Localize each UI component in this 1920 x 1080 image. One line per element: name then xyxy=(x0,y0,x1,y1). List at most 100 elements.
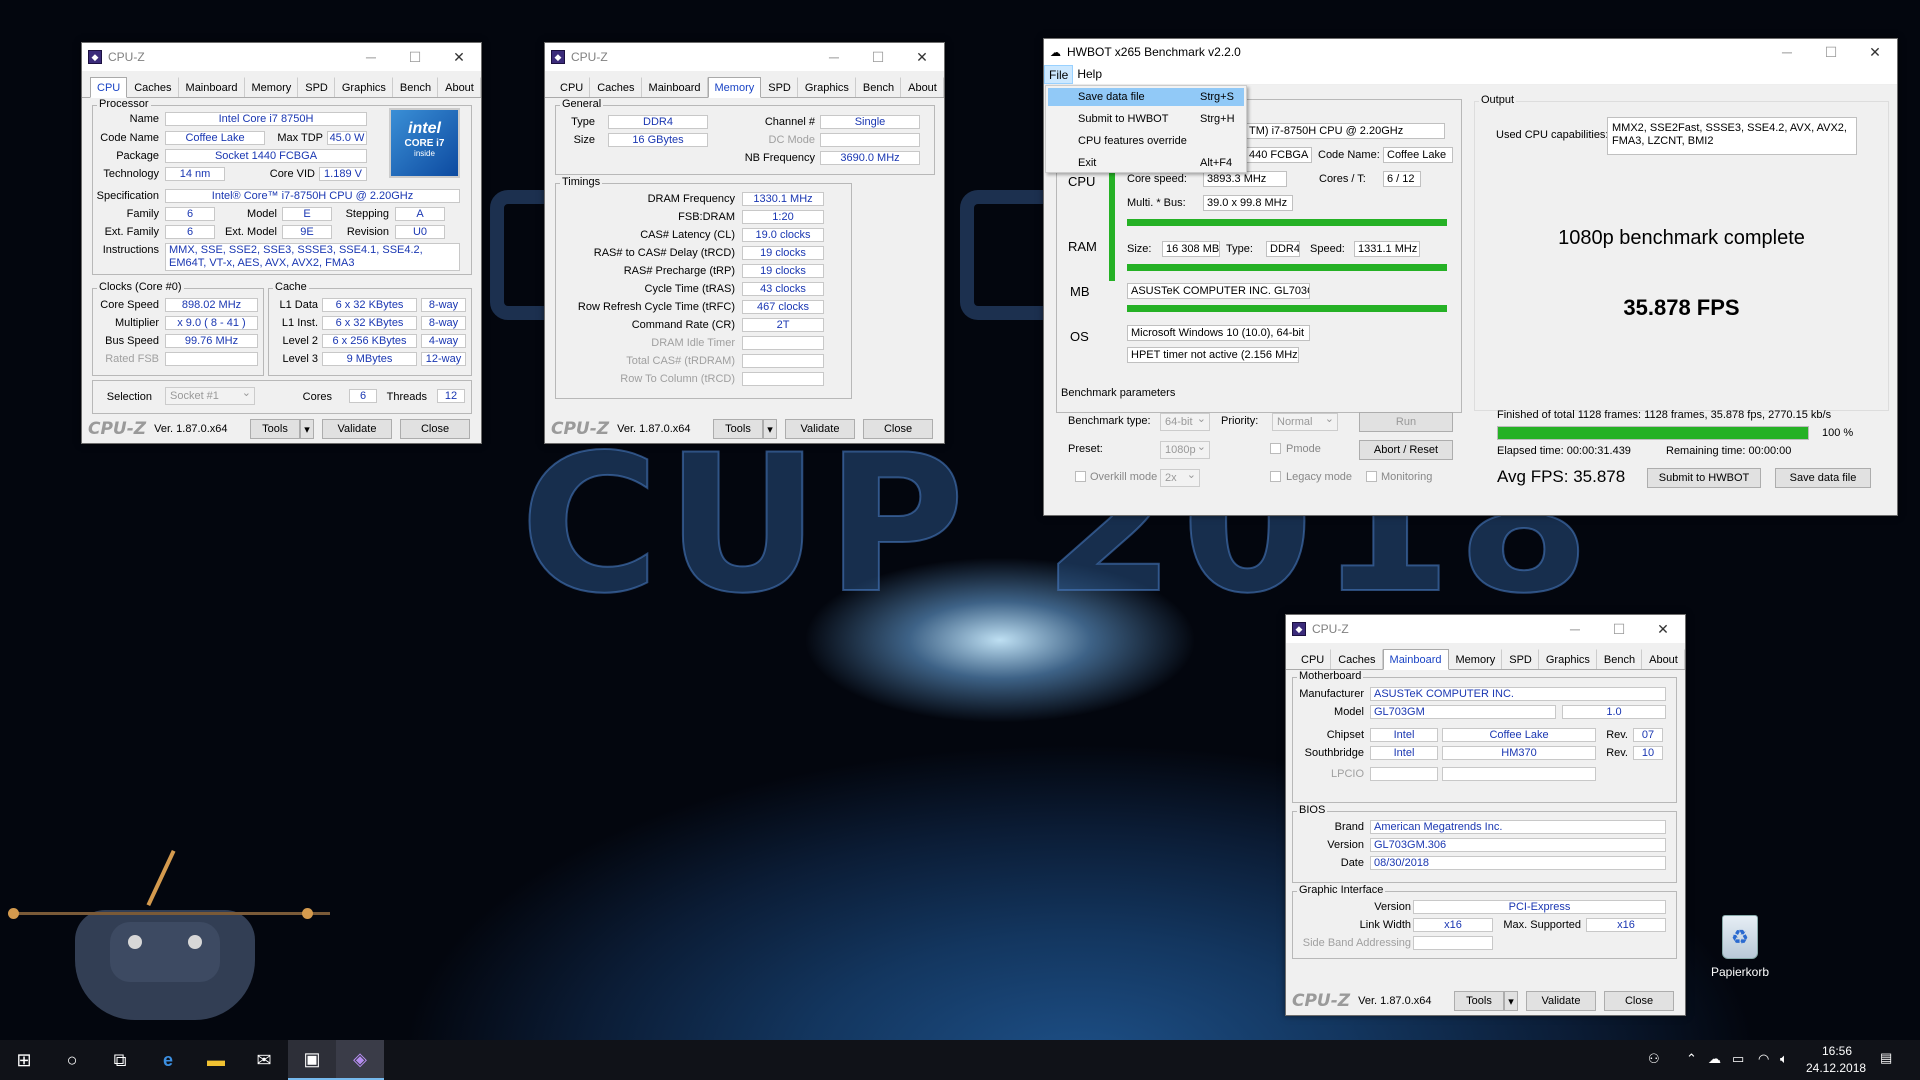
complete-text: 1080p benchmark complete xyxy=(1558,227,1805,249)
chevron-up-icon[interactable]: ⌃ xyxy=(1686,1051,1697,1067)
overkill-checkbox[interactable] xyxy=(1075,471,1086,482)
title-bar[interactable]: ☁ HWBOT x265 Benchmark v2.2.0 ─ ☐ ✕ xyxy=(1044,39,1897,65)
title-bar[interactable]: ◆ CPU-Z ─ ☐ ✕ xyxy=(82,43,481,71)
close-icon[interactable]: ✕ xyxy=(900,43,944,71)
tab-about[interactable]: About xyxy=(438,77,481,97)
timing-value: 19 clocks xyxy=(742,264,824,278)
tab-cpu[interactable]: CPU xyxy=(90,77,128,98)
tab-bench[interactable]: Bench xyxy=(1597,649,1643,669)
tab-caches[interactable]: Caches xyxy=(1331,649,1383,669)
tab-about[interactable]: About xyxy=(1642,649,1685,669)
menu-file[interactable]: File xyxy=(1044,65,1074,84)
title-bar[interactable]: ◆ CPU-Z ─ ☐ ✕ xyxy=(1286,615,1685,643)
minimize-button[interactable]: ─ xyxy=(349,43,393,71)
tab-mainboard[interactable]: Mainboard xyxy=(179,77,245,97)
close-button[interactable]: Close xyxy=(863,419,933,439)
tab-cpu[interactable]: CPU xyxy=(1294,649,1332,669)
legacy-checkbox[interactable] xyxy=(1270,471,1281,482)
taskbar-explorer[interactable]: ▬ xyxy=(192,1040,240,1080)
close-icon[interactable]: ✕ xyxy=(437,43,481,71)
menu-submit-label[interactable]: Submit to HWBOT xyxy=(1078,113,1168,125)
tab-graphics[interactable]: Graphics xyxy=(798,77,856,97)
close-button[interactable]: Close xyxy=(400,419,470,439)
title-bar[interactable]: ◆ CPU-Z ─ ☐ ✕ xyxy=(545,43,944,71)
close-icon[interactable]: ✕ xyxy=(1641,615,1685,643)
minimize-button[interactable]: ─ xyxy=(1765,38,1809,66)
tab-memory[interactable]: Memory xyxy=(245,77,299,97)
cores-label: Cores xyxy=(302,391,332,403)
recycle-bin[interactable]: ♻ Papierkorb xyxy=(1700,915,1780,979)
tab-bench[interactable]: Bench xyxy=(856,77,902,97)
tab-graphics[interactable]: Graphics xyxy=(1539,649,1597,669)
minimize-button[interactable]: ─ xyxy=(812,43,856,71)
tools-dropdown-button[interactable]: ▾ xyxy=(763,419,777,439)
menu-exit-label[interactable]: Exit xyxy=(1078,157,1096,169)
corespeed-label: Core speed: xyxy=(1127,173,1187,185)
start-button[interactable]: ⊞ xyxy=(0,1040,48,1080)
people-icon[interactable]: ⚇ xyxy=(1648,1051,1660,1067)
level2-value: 6 x 256 KBytes xyxy=(322,334,417,348)
cpu-bar xyxy=(1127,219,1447,226)
l1inst-label: L1 Inst. xyxy=(281,317,318,329)
task-view-button[interactable]: ⧉ xyxy=(96,1040,144,1080)
tab-mainboard[interactable]: Mainboard xyxy=(1382,649,1449,670)
taskbar-edge[interactable]: e xyxy=(144,1040,192,1080)
validate-button[interactable]: Validate xyxy=(1526,991,1596,1011)
tab-caches[interactable]: Caches xyxy=(590,77,642,97)
wifi-icon[interactable]: ◠ xyxy=(1758,1051,1769,1067)
tab-mainboard[interactable]: Mainboard xyxy=(642,77,708,97)
maximize-button[interactable]: ☐ xyxy=(856,43,900,71)
tools-dropdown-button[interactable]: ▾ xyxy=(1504,991,1518,1011)
benchmark-type-select[interactable]: 64-bit xyxy=(1160,411,1210,431)
close-button[interactable]: Close xyxy=(1604,991,1674,1011)
close-icon[interactable]: ✕ xyxy=(1853,38,1897,66)
tab-bench[interactable]: Bench xyxy=(393,77,439,97)
maximize-button[interactable]: ☐ xyxy=(1597,615,1641,643)
cloud-icon[interactable]: ☁ xyxy=(1708,1051,1721,1067)
clock-date[interactable]: 24.12.2018 xyxy=(1806,1061,1866,1075)
taskbar-cpuz[interactable]: ◈ xyxy=(336,1040,384,1080)
tab-caches[interactable]: Caches xyxy=(127,77,179,97)
taskbar-mail[interactable]: ✉ xyxy=(240,1040,288,1080)
monitoring-checkbox[interactable] xyxy=(1366,471,1377,482)
run-button[interactable]: Run xyxy=(1359,412,1453,432)
tab-about[interactable]: About xyxy=(901,77,944,97)
validate-button[interactable]: Validate xyxy=(785,419,855,439)
minimize-button[interactable]: ─ xyxy=(1553,615,1597,643)
tools-dropdown-button[interactable]: ▾ xyxy=(300,419,314,439)
submit-hwbot-button[interactable]: Submit to HWBOT xyxy=(1647,468,1761,488)
menu-override-label[interactable]: CPU features override xyxy=(1078,135,1187,147)
tab-memory[interactable]: Memory xyxy=(1449,649,1503,669)
codename-label: Code Name xyxy=(100,132,159,144)
tab-memory[interactable]: Memory xyxy=(707,77,762,98)
spec-value: Intel® Core™ i7-8750H CPU @ 2.20GHz xyxy=(165,189,460,203)
abort-reset-button[interactable]: Abort / Reset xyxy=(1359,440,1453,460)
battery-icon[interactable]: ▭ xyxy=(1732,1051,1744,1067)
tab-spd[interactable]: SPD xyxy=(298,77,335,97)
maximize-button[interactable]: ☐ xyxy=(1809,38,1853,66)
ram-size-value: 16 308 MB xyxy=(1162,241,1220,257)
tab-graphics[interactable]: Graphics xyxy=(335,77,393,97)
socket-select[interactable]: Socket #1 xyxy=(165,385,255,405)
save-data-button[interactable]: Save data file xyxy=(1775,468,1871,488)
validate-button[interactable]: Validate xyxy=(322,419,392,439)
tools-button[interactable]: Tools xyxy=(250,419,300,439)
tools-button[interactable]: Tools xyxy=(1454,991,1504,1011)
maximize-button[interactable]: ☐ xyxy=(393,43,437,71)
taskbar-hwbot[interactable]: ▣ xyxy=(288,1040,336,1080)
search-button[interactable]: ○ xyxy=(48,1040,96,1080)
tab-cpu[interactable]: CPU xyxy=(553,77,591,97)
pmode-checkbox[interactable] xyxy=(1270,443,1281,454)
volume-icon[interactable]: 🔈︎ xyxy=(1780,1051,1788,1067)
notification-icon[interactable]: ▤ xyxy=(1880,1050,1892,1066)
menu-help[interactable]: Help xyxy=(1073,65,1106,84)
priority-select[interactable]: Normal xyxy=(1272,411,1338,431)
preset-select[interactable]: 1080p xyxy=(1160,439,1210,459)
clock-time[interactable]: 16:56 xyxy=(1822,1044,1852,1058)
overkill-select[interactable]: 2x xyxy=(1160,467,1200,487)
tools-button[interactable]: Tools xyxy=(713,419,763,439)
tab-spd[interactable]: SPD xyxy=(1502,649,1539,669)
tab-spd[interactable]: SPD xyxy=(761,77,798,97)
model-revision: 1.0 xyxy=(1562,705,1666,719)
preset-label: Preset: xyxy=(1068,443,1103,455)
